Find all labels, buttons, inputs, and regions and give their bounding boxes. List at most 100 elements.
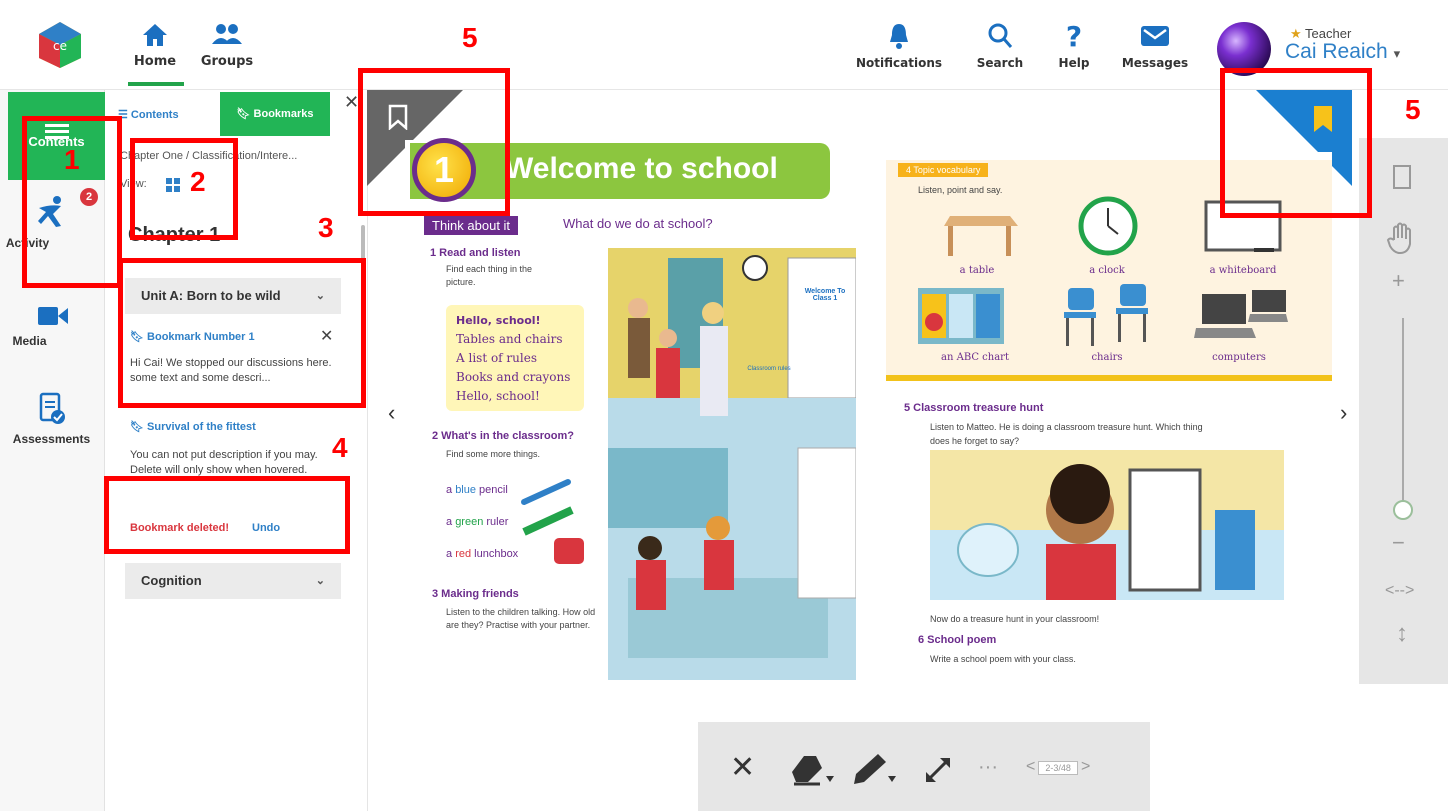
section-6-sub: Write a school poem with your class. (930, 654, 1076, 664)
annotation-label-3: 3 (318, 212, 334, 243)
item-red-lunchbox: a red lunchbox (446, 548, 518, 560)
more-icon[interactable]: ··· (978, 756, 998, 779)
section-5-sub: Listen to Matteo. He is doing a classroo… (930, 422, 1203, 446)
nav-groups-label: Groups (200, 54, 254, 69)
annotation-box-4 (104, 476, 350, 554)
topic-sub: Listen, point and say. (918, 185, 1003, 195)
annotation-box-5b (1220, 68, 1372, 218)
classroom-illustration (608, 248, 856, 680)
item-prefix: a (446, 484, 456, 496)
fit-height-button[interactable]: ↕ (1396, 620, 1408, 648)
user-menu[interactable]: Cai Reaich ▾ (1285, 40, 1400, 64)
bookmark-item-2[interactable]: 🔖︎ Survival of the fittest (130, 420, 256, 433)
chevron-down-icon: ⌄ (315, 575, 325, 587)
annotation-label-2: 2 (190, 166, 206, 197)
svg-text:ce: ce (53, 39, 67, 53)
section-5-after: Now do a treasure hunt in your classroom… (930, 614, 1100, 624)
vocab-computers: computers (1212, 352, 1266, 363)
close-icon[interactable]: ✕ (344, 92, 359, 113)
bell-icon (890, 24, 908, 49)
annotation-label-5a: 5 (462, 22, 478, 53)
cognition-label: Cognition (141, 573, 202, 588)
close-tool-icon[interactable]: ✕ (730, 750, 755, 785)
nav-home[interactable]: Home (120, 22, 190, 69)
rail-assessments[interactable]: Assessments (0, 392, 105, 446)
chairs-illustration (1064, 284, 1148, 346)
annotation-box-5a (358, 68, 510, 216)
treasure-hunt-illustration (930, 450, 1284, 600)
stationery-illustration (521, 479, 584, 564)
zoom-in-button[interactable]: + (1392, 268, 1405, 294)
section-2-title: 2 What's in the classroom? (432, 430, 574, 442)
section-1-sub: Find each thing in the picture. (446, 264, 533, 287)
tab-contents[interactable]: ☰ Contents (118, 100, 218, 134)
section-2-sub: Find some more things. (446, 449, 541, 459)
section-1-title: 1 Read and listen (430, 247, 521, 259)
rail-media[interactable]: Media (0, 304, 105, 348)
search-label: Search (976, 56, 1024, 70)
rail-media-label: Media (12, 334, 47, 348)
eraser-icon[interactable] (788, 752, 836, 786)
app-logo-icon[interactable]: ce (35, 20, 85, 70)
item-noun: pencil (475, 484, 508, 496)
cognition-accordion[interactable]: Cognition ⌄ (125, 563, 341, 599)
topic-heading: 4 Topic vocabulary (898, 163, 989, 177)
active-tab-indicator (128, 82, 184, 86)
zoom-out-button[interactable]: − (1392, 530, 1405, 556)
hand-pan-icon[interactable] (1386, 220, 1418, 256)
poem-line: A list of rules (456, 351, 537, 365)
notifications-button[interactable]: Notifications (854, 22, 944, 70)
expand-icon[interactable] (922, 754, 954, 786)
computers-illustration (1194, 290, 1288, 338)
bookmark-2-description: You can not put description if you may. … (130, 449, 318, 476)
think-question: What do we do at school? (563, 216, 713, 231)
table-illustration (944, 216, 1018, 256)
zoom-slider-knob[interactable] (1393, 500, 1413, 520)
bookmark-icon: 🔖︎ (130, 421, 148, 433)
poem-line: Books and crayons (456, 370, 571, 384)
pen-icon[interactable] (852, 752, 898, 786)
prev-page-arrow[interactable]: ‹ (388, 400, 395, 426)
section-3-title: 3 Making friends (432, 588, 519, 600)
classroom-board-text: Welcome To Class 1 (804, 288, 846, 302)
messages-button[interactable]: Messages (1120, 22, 1190, 70)
notifications-label: Notifications (855, 56, 943, 70)
section-6-title: 6 School poem (918, 634, 997, 646)
section-3-sub: Listen to the children talking. How old … (446, 607, 596, 630)
bookmark-icon: 🔖︎ (236, 108, 254, 120)
abc-chart-illustration (918, 288, 1004, 344)
svg-text:?: ? (1066, 22, 1082, 50)
video-camera-icon (37, 307, 68, 325)
user-name: Cai Reaich (1285, 40, 1388, 63)
item-blue-pencil: a blue pencil (446, 484, 508, 496)
home-icon (143, 24, 167, 46)
help-button[interactable]: ? Help (1054, 22, 1094, 70)
tab-bookmarks[interactable]: 🔖︎ Bookmarks (220, 92, 330, 136)
page-icon[interactable] (1392, 164, 1412, 190)
vocab-chairs: chairs (1091, 352, 1123, 363)
item-prefix: a (446, 548, 456, 560)
annotation-label-4: 4 (332, 432, 348, 463)
nav-groups[interactable]: Groups (192, 22, 262, 69)
page-indicator: < 2-3/48 > (1026, 758, 1090, 776)
rail-assessments-label: Assessments (12, 432, 91, 446)
item-prefix: a (446, 516, 456, 528)
mail-icon (1141, 26, 1169, 46)
messages-label: Messages (1121, 56, 1189, 70)
item-noun: ruler (483, 516, 509, 528)
help-label: Help (1058, 56, 1090, 70)
star-icon: ★ (1290, 26, 1302, 41)
zoom-slider-track[interactable] (1402, 318, 1404, 510)
item-green-ruler: a green ruler (446, 516, 508, 528)
groups-icon (212, 24, 242, 44)
page-number-field[interactable]: 2-3/48 (1038, 761, 1078, 776)
next-page-icon[interactable]: > (1081, 758, 1090, 775)
tab-bookmarks-label: Bookmarks (253, 108, 314, 120)
classroom-rules-text: Classroom rules (747, 366, 791, 372)
fit-width-button[interactable]: <--> (1385, 582, 1414, 600)
prev-page-icon[interactable]: < (1026, 758, 1035, 775)
search-button[interactable]: Search (972, 22, 1028, 70)
next-page-arrow[interactable]: › (1340, 400, 1347, 426)
poem-line: Tables and chairs (456, 332, 563, 346)
help-icon: ? (1066, 22, 1082, 50)
